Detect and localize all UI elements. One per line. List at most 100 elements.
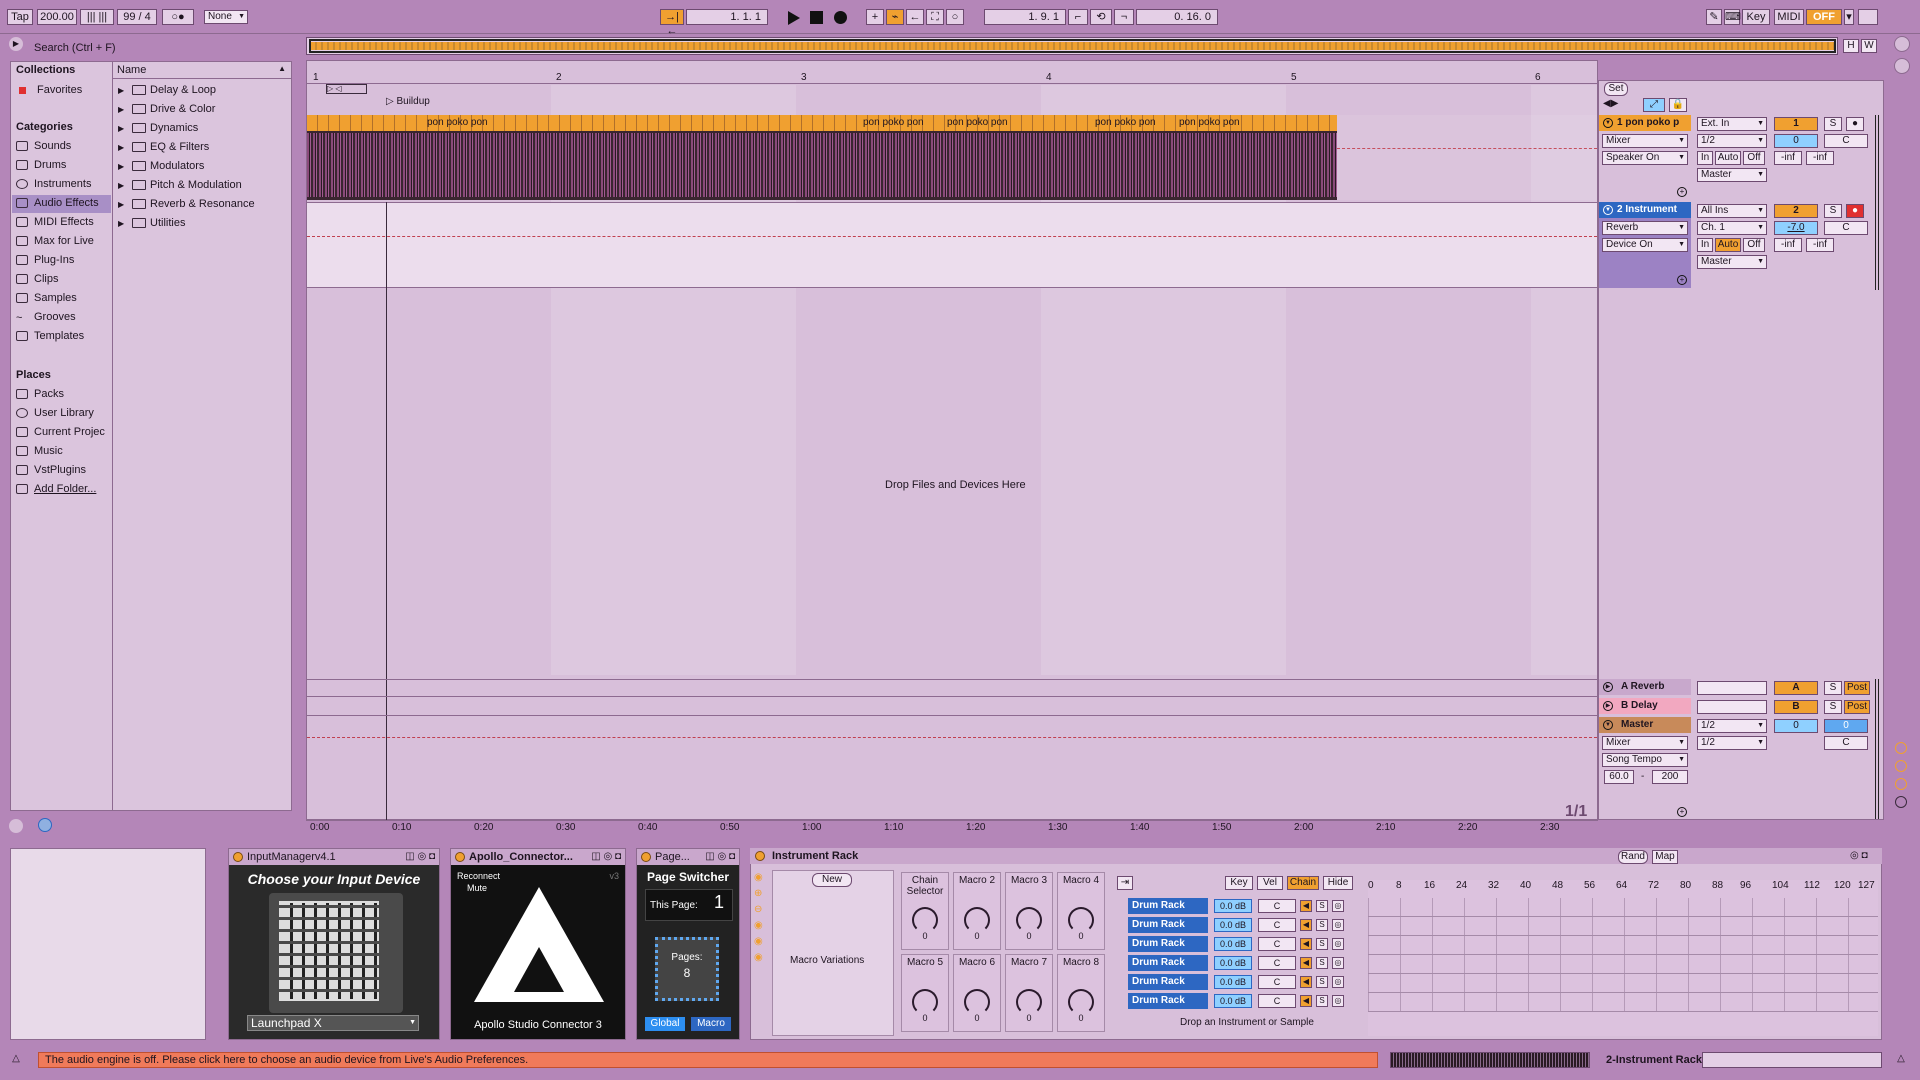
returns-toggle-icon[interactable] bbox=[1895, 778, 1907, 790]
device-on-icon[interactable] bbox=[233, 852, 243, 862]
track-1-input-channel[interactable]: 1/2 bbox=[1697, 134, 1767, 148]
chain-volume[interactable]: 0.0 dB bbox=[1214, 899, 1252, 913]
chain-volume[interactable]: 0.0 dB bbox=[1214, 956, 1252, 970]
device-on-icon[interactable] bbox=[641, 852, 651, 862]
chain-volume[interactable]: 0.0 dB bbox=[1214, 975, 1252, 989]
hotswap-icon[interactable]: ◎ bbox=[1332, 938, 1344, 950]
master-volume[interactable]: 0 bbox=[1774, 719, 1818, 733]
chain-row[interactable]: Drum Rack 0.0 dB C ◀ S ◎ bbox=[1128, 917, 1360, 933]
track-1-activator[interactable]: 1 bbox=[1774, 117, 1818, 131]
folder-item[interactable]: ▶ EQ & Filters bbox=[118, 141, 209, 153]
tap-button[interactable]: Tap bbox=[7, 9, 33, 25]
add-folder-link[interactable]: Add Folder... bbox=[16, 483, 96, 495]
folder-item[interactable]: ▶ Delay & Loop bbox=[118, 84, 216, 96]
track-1-output-target[interactable]: Master bbox=[1697, 168, 1767, 182]
speaker-icon[interactable]: ◀ bbox=[1300, 995, 1312, 1007]
name-column-header[interactable]: Name ▲ bbox=[113, 64, 291, 79]
input-device-dropdown[interactable]: Launchpad X bbox=[247, 1015, 419, 1031]
master-mixer-dropdown[interactable]: Mixer bbox=[1602, 736, 1688, 750]
chain-solo[interactable]: S bbox=[1316, 976, 1328, 988]
monitor-auto-button[interactable]: Auto bbox=[1715, 151, 1741, 165]
return-b-activator[interactable]: B bbox=[1774, 700, 1818, 714]
rand-button[interactable]: Rand bbox=[1618, 850, 1648, 864]
hide-tab[interactable]: Hide bbox=[1323, 876, 1353, 890]
back-to-arrangement-icon[interactable]: ← bbox=[906, 9, 924, 25]
macro-3-knob[interactable]: Macro 3 0 bbox=[1005, 872, 1053, 950]
track-2-send-a[interactable]: -inf bbox=[1774, 238, 1802, 252]
macro-button[interactable]: Macro bbox=[691, 1017, 731, 1031]
folder-item[interactable]: ▶ Reverb & Resonance bbox=[118, 198, 255, 210]
track-2-send-b[interactable]: -inf bbox=[1806, 238, 1834, 252]
cpu-meter[interactable]: OFF bbox=[1806, 9, 1842, 25]
view-switch-icon[interactable] bbox=[1894, 36, 1910, 52]
folder-item[interactable]: ▶ Dynamics bbox=[118, 122, 198, 134]
capture-icon[interactable]: ⛶ bbox=[926, 9, 944, 25]
resize-icon[interactable]: ⤢ bbox=[1643, 98, 1665, 112]
track-1-output-dropdown[interactable]: Speaker On bbox=[1602, 151, 1688, 165]
chain-solo[interactable]: S bbox=[1316, 938, 1328, 950]
track-1-send-a[interactable]: -inf bbox=[1774, 151, 1802, 165]
status-toggle-icon[interactable]: △ bbox=[9, 1053, 23, 1067]
reconnect-button[interactable]: Reconnect bbox=[457, 871, 500, 881]
cpu-dropdown[interactable]: ▾ bbox=[1844, 9, 1854, 25]
sidebar-item-sounds[interactable]: Sounds bbox=[16, 140, 71, 152]
chain-row[interactable]: Drum Rack 0.0 dB C ◀ S ◎ bbox=[1128, 936, 1360, 952]
folder-item[interactable]: ▶ Modulators bbox=[118, 160, 204, 172]
track-fold-icon[interactable]: ▼ bbox=[1603, 118, 1613, 128]
chain-list-toggle-icon[interactable]: ⇥ bbox=[1117, 876, 1133, 890]
chain-solo[interactable]: S bbox=[1316, 900, 1328, 912]
sidebar-item-favorites[interactable]: Favorites bbox=[16, 84, 82, 96]
return-b-post[interactable]: Post bbox=[1844, 700, 1870, 714]
key-map-button[interactable]: Key bbox=[1742, 9, 1770, 25]
track-2-device-on-dropdown[interactable]: Device On bbox=[1602, 238, 1688, 252]
device-on-icon[interactable] bbox=[755, 851, 765, 861]
chain-pan[interactable]: C bbox=[1258, 956, 1296, 970]
loop-length-field[interactable]: 0. 16. 0 bbox=[1136, 9, 1218, 25]
return-a-lane[interactable] bbox=[307, 679, 1597, 697]
monitor-in-button[interactable]: In bbox=[1697, 238, 1713, 252]
track-2-lane[interactable] bbox=[307, 202, 1597, 288]
vel-tab[interactable]: Vel bbox=[1257, 876, 1283, 890]
macro-8-knob[interactable]: Macro 8 0 bbox=[1057, 954, 1105, 1032]
add-lane-icon[interactable]: + bbox=[1677, 807, 1687, 817]
lock-icon[interactable]: 🔒 bbox=[1669, 98, 1687, 112]
key-tab[interactable]: Key bbox=[1225, 876, 1253, 890]
rack-title-icons[interactable]: ◎ ◘ bbox=[1850, 850, 1868, 861]
add-lane-icon[interactable]: + bbox=[1677, 187, 1687, 197]
device-title-icons[interactable]: ◫ ◎ ◘ bbox=[591, 851, 621, 862]
session-record-icon[interactable]: ○ bbox=[946, 9, 964, 25]
io-toggle-icon[interactable] bbox=[1895, 742, 1907, 754]
hotswap-icon[interactable]: ◎ bbox=[1332, 957, 1344, 969]
chain-row[interactable]: Drum Rack 0.0 dB C ◀ S ◎ bbox=[1128, 955, 1360, 971]
chain-row[interactable]: Drum Rack 0.0 dB C ◀ S ◎ bbox=[1128, 898, 1360, 914]
stop-icon[interactable] bbox=[810, 11, 823, 24]
macro-5-knob[interactable]: Macro 5 0 bbox=[901, 954, 949, 1032]
track-fold-icon[interactable]: ▼ bbox=[1603, 205, 1613, 215]
pages-panel[interactable]: Pages: 8 bbox=[655, 937, 719, 1001]
monitor-off-button[interactable]: Off bbox=[1743, 238, 1765, 252]
return-a-post[interactable]: Post bbox=[1844, 681, 1870, 695]
back-icon[interactable]: ◀▶ bbox=[1603, 98, 1618, 109]
browser-footer-icon[interactable] bbox=[38, 818, 52, 832]
locator[interactable]: ▷ Buildup bbox=[386, 96, 430, 107]
speaker-icon[interactable]: ◀ bbox=[1300, 957, 1312, 969]
return-b-solo[interactable]: S bbox=[1824, 700, 1842, 714]
overdub-icon[interactable]: + bbox=[866, 9, 884, 25]
track-1-volume[interactable]: 0 bbox=[1774, 134, 1818, 148]
midi-map-button[interactable]: MIDI bbox=[1774, 9, 1804, 25]
chain-pan[interactable]: C bbox=[1258, 899, 1296, 913]
chain-pan[interactable]: C bbox=[1258, 937, 1296, 951]
map-button[interactable]: Map bbox=[1652, 850, 1678, 864]
chain-name[interactable]: Drum Rack bbox=[1128, 936, 1208, 952]
track-2-input-channel[interactable]: Ch. 1 bbox=[1697, 221, 1767, 235]
chain-selector-knob[interactable]: Chain Selector 0 bbox=[901, 872, 949, 950]
track-1-send-b[interactable]: -inf bbox=[1806, 151, 1834, 165]
folder-item[interactable]: ▶ Utilities bbox=[118, 217, 185, 229]
sidebar-item-user-library[interactable]: User Library bbox=[16, 407, 94, 419]
chain-pan[interactable]: C bbox=[1258, 975, 1296, 989]
chain-pan[interactable]: C bbox=[1258, 994, 1296, 1008]
loop-brace[interactable]: ▷ ◁ bbox=[326, 84, 367, 94]
computer-keyboard-icon[interactable]: ⌨ bbox=[1724, 9, 1741, 25]
set-button[interactable]: Set bbox=[1604, 82, 1628, 96]
track-overview[interactable] bbox=[1702, 1052, 1882, 1068]
